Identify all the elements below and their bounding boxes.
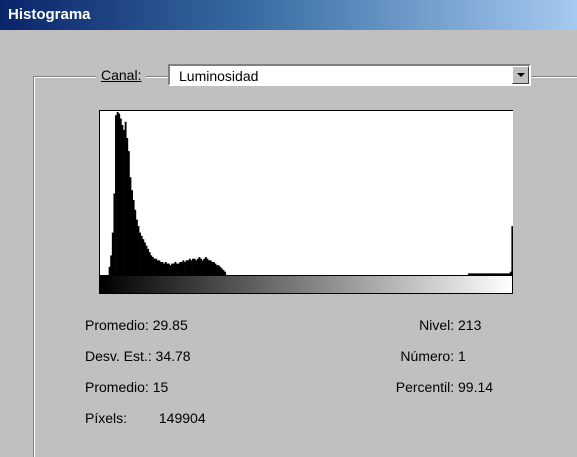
stat-pixels-label: Píxels: bbox=[85, 410, 128, 426]
stat-promedio: Promedio: 29.85 bbox=[85, 316, 188, 334]
channel-select-value: Luminosidad bbox=[179, 68, 259, 84]
stat-nivel-value: 213 bbox=[458, 317, 482, 333]
stat-mediana-value: 15 bbox=[152, 379, 169, 395]
canal-label-text: Canal: bbox=[101, 67, 142, 83]
stat-promedio-value: 29.85 bbox=[152, 317, 188, 333]
channel-select[interactable]: Luminosidad bbox=[168, 64, 531, 86]
title-bar[interactable]: Histograma bbox=[0, 0, 577, 30]
stat-desv-est-value: 34.78 bbox=[155, 348, 191, 364]
stat-percentil: Percentil: 99.14 bbox=[396, 378, 496, 396]
chevron-down-icon[interactable] bbox=[512, 66, 529, 84]
histogram-background bbox=[99, 110, 513, 275]
stat-numero-label: Número: bbox=[400, 348, 455, 364]
stat-pixels-value: 149904 bbox=[158, 410, 206, 426]
histogram-chart[interactable] bbox=[99, 110, 513, 275]
stat-numero: Número: 1 bbox=[400, 347, 496, 365]
canal-label: Canal: bbox=[96, 65, 147, 85]
stat-pixels: Píxels: 149904 bbox=[85, 409, 206, 427]
histogram-bar bbox=[511, 226, 513, 275]
stat-nivel: Nivel: 213 bbox=[419, 316, 496, 334]
window-title: Histograma bbox=[8, 6, 91, 23]
stat-promedio-label: Promedio: bbox=[85, 317, 149, 333]
stat-desv-est-label: Desv. Est.: bbox=[85, 348, 152, 364]
stat-mediana-label: Promedio: bbox=[85, 379, 149, 395]
group-box-border bbox=[538, 76, 577, 77]
luminosity-gradient-bar bbox=[99, 275, 513, 294]
stat-numero-value: 1 bbox=[458, 348, 466, 364]
stat-mediana: Promedio: 15 bbox=[85, 378, 168, 396]
stat-desv-est: Desv. Est.: 34.78 bbox=[85, 347, 191, 365]
stat-percentil-label: Percentil: bbox=[395, 379, 455, 395]
stat-percentil-value: 99.14 bbox=[458, 379, 494, 395]
stat-nivel-label: Nivel: bbox=[419, 317, 455, 333]
